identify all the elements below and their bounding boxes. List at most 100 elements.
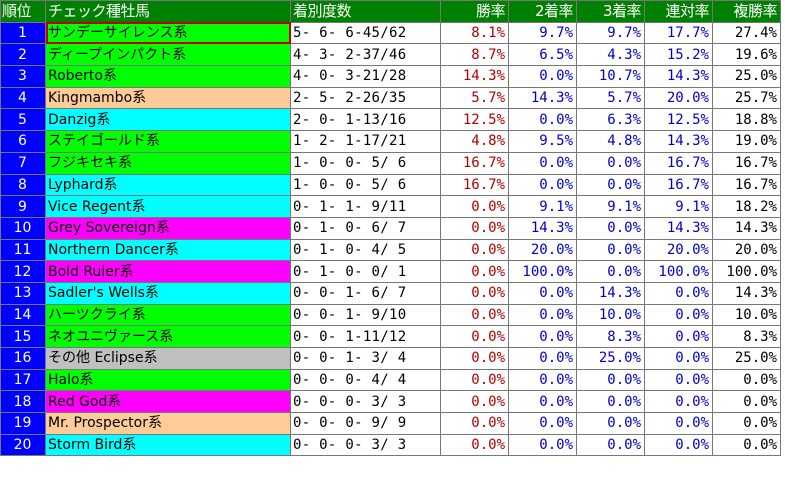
rank-cell: 1: [0, 21, 46, 45]
record-cell: 2- 5- 2-26/35: [290, 86, 441, 110]
win-rate-cell: 0.0%: [440, 390, 509, 414]
rank-cell: 5: [0, 108, 46, 132]
third-rate-cell: 10.7%: [576, 65, 645, 88]
record-cell: 0- 0- 0- 3/ 3: [290, 433, 441, 457]
show-rate-cell: 0.0%: [712, 433, 781, 457]
show-rate-cell: 100.0%: [712, 260, 781, 283]
record-cell: 0- 0- 0- 4/ 4: [290, 368, 441, 392]
win-rate-cell: 0.0%: [440, 281, 509, 305]
sire-line-name: Grey Sovereign系: [45, 216, 291, 240]
third-rate-cell: 10.0%: [576, 303, 645, 327]
sire-line-name: Lyphard系: [45, 173, 291, 197]
third-rate-cell: 0.0%: [576, 260, 645, 283]
win-rate-cell: 0.0%: [440, 412, 509, 435]
record-cell: 4- 3- 2-37/46: [290, 43, 441, 67]
quinella-rate-cell: 12.5%: [644, 108, 713, 132]
show-rate-cell: 25.0%: [712, 347, 781, 370]
win-rate-cell: 8.1%: [440, 21, 509, 45]
table-header: 順位 チェック種牡馬 着別度数 勝率 2着率 3着率 連対率 複勝率: [0, 0, 781, 23]
show-rate-cell: 0.0%: [712, 390, 781, 414]
second-rate-cell: 0.0%: [508, 65, 577, 88]
quinella-rate-cell: 0.0%: [644, 390, 713, 414]
sire-line-stats-table: 順位 チェック種牡馬 着別度数 勝率 2着率 3着率 連対率 複勝率 1 サンデー…: [0, 0, 781, 457]
win-rate-cell: 0.0%: [440, 433, 509, 457]
record-cell: 1- 0- 0- 5/ 6: [290, 151, 441, 175]
quinella-rate-cell: 16.7%: [644, 151, 713, 175]
table-body: 1 サンデーサイレンス系 5- 6- 6-45/62 8.1% 9.7% 9.7% 17.7…: [0, 21, 781, 457]
sire-line-name: ディープインパクト系: [45, 43, 291, 67]
quinella-rate-cell: 0.0%: [644, 281, 713, 305]
second-rate-cell: 6.5%: [508, 43, 577, 67]
record-cell: 0- 0- 0- 9/ 9: [290, 412, 441, 435]
quinella-rate-cell: 0.0%: [644, 347, 713, 370]
rank-cell: 7: [0, 151, 46, 175]
quinella-rate-cell: 9.1%: [644, 195, 713, 218]
record-cell: 1- 0- 0- 5/ 6: [290, 173, 441, 197]
table-row: 15 ネオユニヴァース系 0- 0- 1-11/12 0.0% 0.0% 8.3% 0.0%…: [0, 325, 781, 348]
sire-line-name: ネオユニヴァース系: [45, 325, 291, 348]
win-rate-cell: 16.7%: [440, 173, 509, 197]
quinella-rate-cell: 0.0%: [644, 325, 713, 348]
show-rate-cell: 27.4%: [712, 21, 781, 45]
win-rate-cell: 0.0%: [440, 238, 509, 262]
rank-cell: 6: [0, 130, 46, 153]
third-rate-cell: 5.7%: [576, 86, 645, 110]
second-rate-cell: 9.5%: [508, 130, 577, 153]
second-rate-cell: 0.0%: [508, 390, 577, 414]
third-rate-cell: 0.0%: [576, 390, 645, 414]
third-rate-cell: 4.8%: [576, 130, 645, 153]
show-rate-cell: 20.0%: [712, 238, 781, 262]
show-rate-cell: 14.3%: [712, 281, 781, 305]
record-cell: 0- 0- 1-11/12: [290, 325, 441, 348]
table-row: 7 フジキセキ系 1- 0- 0- 5/ 6 16.7% 0.0% 0.0% 16.7% 16…: [0, 151, 781, 175]
third-rate-cell: 0.0%: [576, 433, 645, 457]
table-row: 18 Red God系 0- 0- 0- 3/ 3 0.0% 0.0% 0.0% 0.0% 0…: [0, 390, 781, 414]
table-row: 5 Danzig系 2- 0- 1-13/16 12.5% 0.0% 6.3% 12.5% 1…: [0, 108, 781, 132]
table-row: 13 Sadler's Wells系 0- 0- 1- 6/ 7 0.0% 0.0% 14…: [0, 281, 781, 305]
rank-cell: 16: [0, 347, 46, 370]
second-rate-cell: 100.0%: [508, 260, 577, 283]
second-rate-cell: 0.0%: [508, 433, 577, 457]
second-rate-cell: 0.0%: [508, 281, 577, 305]
win-rate-cell: 0.0%: [440, 325, 509, 348]
win-rate-cell: 4.8%: [440, 130, 509, 153]
sire-line-name: ハーツクライ系: [45, 303, 291, 327]
sire-line-name: フジキセキ系: [45, 151, 291, 175]
sire-line-name: Red God系: [45, 390, 291, 414]
win-rate-cell: 0.0%: [440, 260, 509, 283]
win-rate-cell: 5.7%: [440, 86, 509, 110]
third-rate-cell: 0.0%: [576, 151, 645, 175]
table-row: 2 ディープインパクト系 4- 3- 2-37/46 8.7% 6.5% 4.3% 15.2…: [0, 43, 781, 67]
sire-line-stats-page: 順位 チェック種牡馬 着別度数 勝率 2着率 3着率 連対率 複勝率 1 サンデー…: [0, 0, 785, 501]
table-row: 19 Mr. Prospector系 0- 0- 0- 9/ 9 0.0% 0.0% 0.…: [0, 412, 781, 435]
record-cell: 0- 0- 1- 6/ 7: [290, 281, 441, 305]
win-rate-cell: 12.5%: [440, 108, 509, 132]
record-cell: 0- 1- 0- 0/ 1: [290, 260, 441, 283]
rank-cell: 12: [0, 260, 46, 283]
rank-cell: 20: [0, 433, 46, 457]
second-rate-cell: 20.0%: [508, 238, 577, 262]
header-show-rate: 複勝率: [712, 0, 781, 23]
rank-cell: 4: [0, 86, 46, 110]
rank-cell: 2: [0, 43, 46, 67]
quinella-rate-cell: 17.7%: [644, 21, 713, 45]
sire-line-name: Roberto系: [45, 65, 291, 88]
win-rate-cell: 0.0%: [440, 368, 509, 392]
second-rate-cell: 0.0%: [508, 108, 577, 132]
record-cell: 4- 0- 3-21/28: [290, 65, 441, 88]
show-rate-cell: 10.0%: [712, 303, 781, 327]
third-rate-cell: 14.3%: [576, 281, 645, 305]
table-row: 3 Roberto系 4- 0- 3-21/28 14.3% 0.0% 10.7% 14.3…: [0, 65, 781, 88]
quinella-rate-cell: 16.7%: [644, 173, 713, 197]
show-rate-cell: 25.0%: [712, 65, 781, 88]
table-row: 14 ハーツクライ系 0- 0- 1- 9/10 0.0% 0.0% 10.0% 0.0% 1…: [0, 303, 781, 327]
second-rate-cell: 14.3%: [508, 216, 577, 240]
record-cell: 0- 1- 0- 6/ 7: [290, 216, 441, 240]
quinella-rate-cell: 0.0%: [644, 303, 713, 327]
third-rate-cell: 6.3%: [576, 108, 645, 132]
sire-line-name: その他 Eclipse系: [45, 347, 291, 370]
rank-cell: 13: [0, 281, 46, 305]
second-rate-cell: 14.3%: [508, 86, 577, 110]
third-rate-cell: 0.0%: [576, 238, 645, 262]
sire-line-name: Halo系: [45, 368, 291, 392]
